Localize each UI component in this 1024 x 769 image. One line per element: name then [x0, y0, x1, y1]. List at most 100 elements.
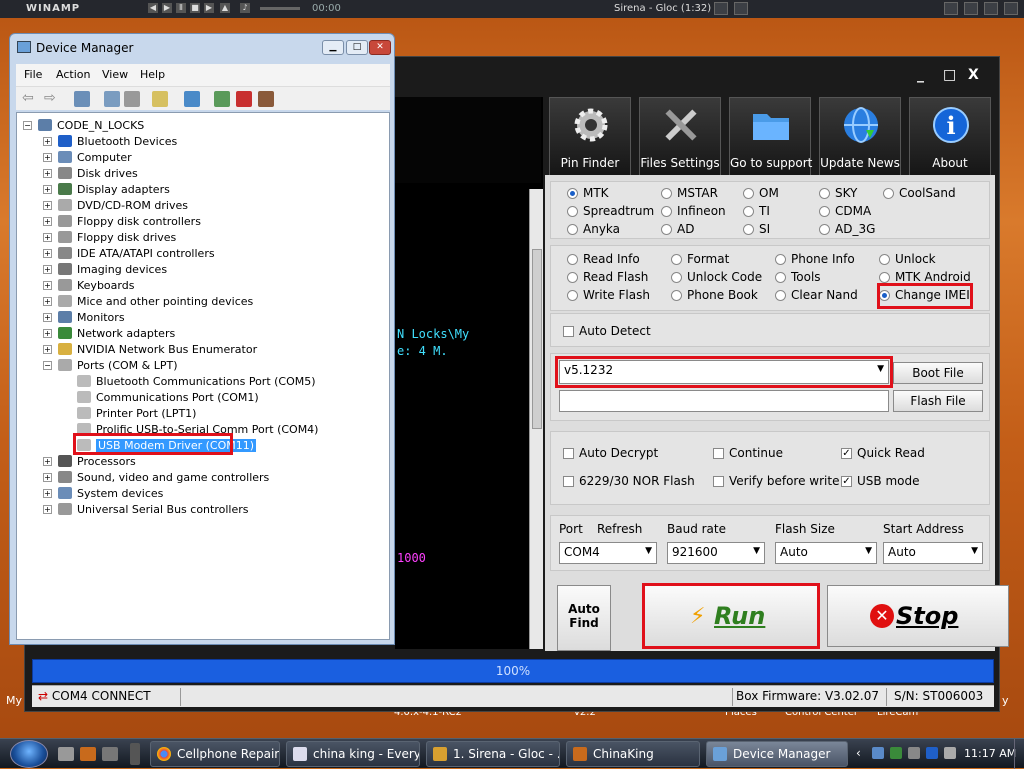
connection-tray-icon[interactable]	[890, 747, 902, 759]
winamp-restore-icon[interactable]	[964, 2, 978, 15]
op-radio-write-flash[interactable]: Write Flash	[567, 288, 650, 302]
seek-bar[interactable]	[260, 7, 300, 10]
winamp-minimize-icon[interactable]	[944, 2, 958, 15]
op-radio-phone-book[interactable]: Phone Book	[671, 288, 758, 302]
signal-tray-icon[interactable]	[908, 747, 920, 759]
disable-icon[interactable]	[258, 91, 274, 107]
chipset-radio-mtk[interactable]: MTK	[567, 186, 609, 200]
tree-item-ide[interactable]: + IDE ATA/ATAPI controllers	[43, 245, 215, 261]
tree-item-sound[interactable]: + Sound, video and game controllers	[43, 469, 269, 485]
taskbar-item-document[interactable]: china king - Every...	[286, 741, 420, 767]
uninstall-icon[interactable]	[236, 91, 252, 107]
expand-icon[interactable]: +	[43, 456, 52, 466]
title-bar[interactable]: Device Manager ▁ □ ✕	[10, 34, 394, 62]
firmware-file-path[interactable]	[559, 390, 889, 412]
tree-item-port-com1[interactable]: Communications Port (COM1)	[77, 389, 259, 405]
tree-item-port-com5[interactable]: Bluetooth Communications Port (COM5)	[77, 373, 316, 389]
expand-icon[interactable]: +	[43, 264, 52, 274]
expand-icon[interactable]: +	[43, 152, 52, 162]
quicklaunch-icon[interactable]	[58, 747, 74, 761]
network-tray-icon[interactable]	[872, 747, 884, 759]
op-radio-phone-info[interactable]: Phone Info	[775, 252, 855, 266]
taskbar-item-winamp[interactable]: 1. Sirena - Gloc - ...	[426, 741, 560, 767]
chipset-radio-ad-3g[interactable]: AD_3G	[819, 222, 875, 236]
expand-icon[interactable]: +	[43, 312, 52, 322]
winamp-close-icon[interactable]	[1004, 2, 1018, 15]
auto-find-button[interactable]: Auto Find	[557, 585, 611, 651]
tree-item-processors[interactable]: + Processors	[43, 453, 136, 469]
tree-item-system[interactable]: + System devices	[43, 485, 163, 501]
back-icon[interactable]: ⇦	[22, 91, 38, 107]
port-select[interactable]: COM4 ▼	[559, 542, 657, 564]
quicklaunch-icon[interactable]	[130, 743, 140, 765]
tree-item-floppy-drives[interactable]: + Floppy disk drives	[43, 229, 176, 245]
tree-item-disk-drives[interactable]: + Disk drives	[43, 165, 138, 181]
expand-icon[interactable]: +	[43, 168, 52, 178]
op-radio-mtk-android[interactable]: MTK Android	[879, 270, 971, 284]
op-radio-read-flash[interactable]: Read Flash	[567, 270, 648, 284]
about-button[interactable]: i About	[909, 97, 991, 177]
quick-read-checkbox[interactable]: ✓ Quick Read	[841, 446, 925, 460]
close-button[interactable]: X	[968, 67, 979, 83]
nor-flash-checkbox[interactable]: 6229/30 NOR Flash	[563, 474, 695, 488]
pause-icon[interactable]: Ⅱ	[176, 3, 186, 13]
tree-item-floppy-controllers[interactable]: + Floppy disk controllers	[43, 213, 201, 229]
properties-icon[interactable]	[104, 91, 120, 107]
minimize-button[interactable]: _	[917, 67, 924, 83]
expand-icon[interactable]: +	[43, 296, 52, 306]
clock[interactable]: 11:17 AM	[964, 747, 1016, 760]
flash-size-select[interactable]: Auto ▼	[775, 542, 877, 564]
bluetooth-tray-icon[interactable]	[926, 747, 938, 759]
next-icon[interactable]: ▶	[204, 3, 214, 13]
menu-file[interactable]: File	[24, 68, 42, 81]
collapse-icon[interactable]: −	[43, 360, 52, 370]
auto-detect-checkbox[interactable]: Auto Detect	[563, 324, 651, 338]
forward-icon[interactable]: ⇨	[44, 91, 60, 107]
expand-icon[interactable]: +	[43, 472, 52, 482]
tree-item-mice[interactable]: + Mice and other pointing devices	[43, 293, 253, 309]
console-scrollbar[interactable]	[529, 189, 543, 649]
start-button[interactable]	[10, 740, 48, 768]
taskbar-item-device-manager[interactable]: Device Manager	[706, 741, 848, 767]
files-settings-button[interactable]: Files Settings	[639, 97, 721, 177]
update-news-button[interactable]: Update News	[819, 97, 901, 177]
chipset-radio-sky[interactable]: SKY	[819, 186, 857, 200]
op-radio-clear-nand[interactable]: Clear Nand	[775, 288, 858, 302]
close-button[interactable]: ✕	[369, 40, 391, 55]
menu-help[interactable]: Help	[140, 68, 165, 81]
tree-item-usb[interactable]: + Universal Serial Bus controllers	[43, 501, 248, 517]
volume-tray-icon[interactable]	[944, 747, 956, 759]
minimize-button[interactable]: ▁	[322, 40, 344, 55]
chipset-radio-ad[interactable]: AD	[661, 222, 694, 236]
quicklaunch-icon[interactable]	[102, 747, 118, 761]
menu-action[interactable]: Action	[56, 68, 90, 81]
chipset-radio-mstar[interactable]: MSTAR	[661, 186, 718, 200]
tree-root[interactable]: − CODE_N_LOCKS	[23, 117, 144, 133]
menu-view[interactable]: View	[102, 68, 128, 81]
tree-item-nvidia[interactable]: + NVIDIA Network Bus Enumerator	[43, 341, 257, 357]
maximize-button[interactable]: □	[346, 40, 368, 55]
verify-before-write-checkbox[interactable]: Verify before write	[713, 474, 839, 488]
show-desktop-button[interactable]	[1014, 739, 1024, 769]
tree-item-display-adapters[interactable]: + Display adapters	[43, 181, 170, 197]
expand-icon[interactable]: +	[43, 248, 52, 258]
expand-icon[interactable]: +	[43, 504, 52, 514]
chipset-radio-cdma[interactable]: CDMA	[819, 204, 871, 218]
pin-finder-button[interactable]: Pin Finder	[549, 97, 631, 177]
tree-item-network[interactable]: + Network adapters	[43, 325, 175, 341]
op-radio-format[interactable]: Format	[671, 252, 729, 266]
maximize-button[interactable]: □	[943, 67, 956, 83]
quicklaunch-icon[interactable]	[80, 747, 96, 761]
refresh-link[interactable]: Refresh	[597, 522, 642, 536]
scrollbar-thumb[interactable]	[532, 249, 542, 429]
tree-item-computer[interactable]: + Computer	[43, 149, 132, 165]
winamp-restore-icon[interactable]	[984, 2, 998, 15]
taskbar-item-chrome[interactable]: Cellphone Repairs...	[150, 741, 280, 767]
tree-item-monitors[interactable]: + Monitors	[43, 309, 125, 325]
tree-item-bluetooth[interactable]: + Bluetooth Devices	[43, 133, 177, 149]
volume-icon[interactable]: ♪	[240, 3, 250, 13]
play-icon[interactable]: ▶	[162, 3, 172, 13]
taskbar-item-chinaking[interactable]: ChinaKing	[566, 741, 700, 767]
expand-icon[interactable]: +	[43, 216, 52, 226]
chipset-radio-infineon[interactable]: Infineon	[661, 204, 726, 218]
